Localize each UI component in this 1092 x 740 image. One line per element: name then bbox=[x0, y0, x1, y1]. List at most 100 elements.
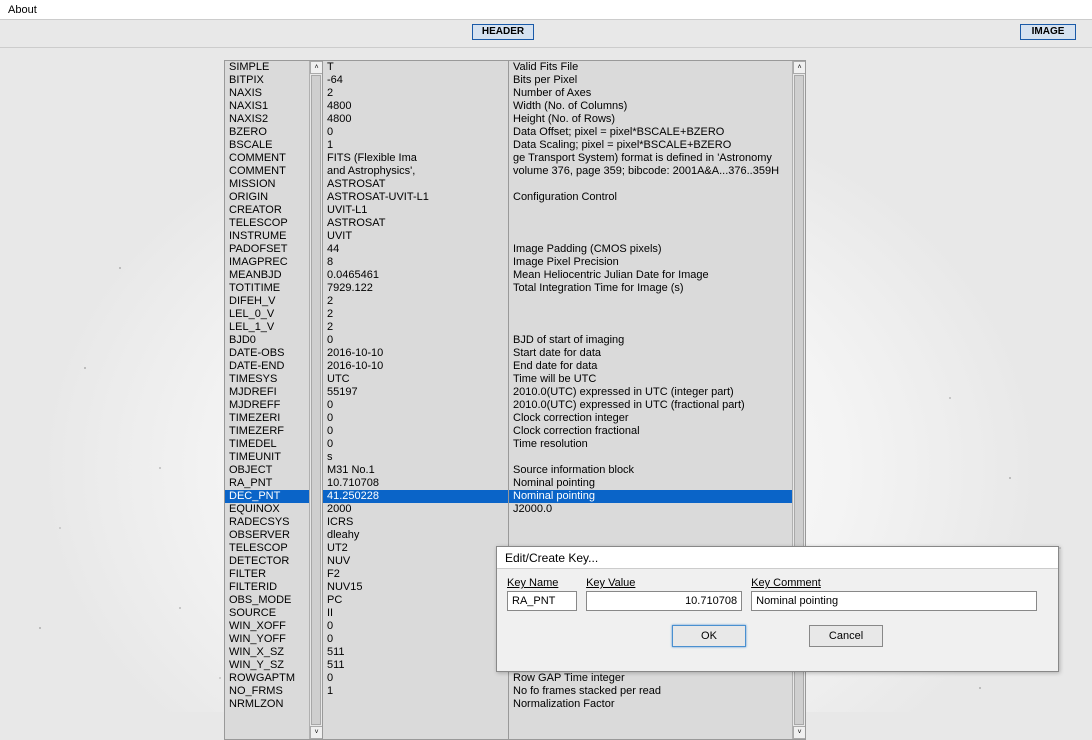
table-row[interactable]: NAXIS1 bbox=[225, 100, 322, 113]
table-row[interactable]: Number of Axes bbox=[509, 87, 805, 100]
table-row[interactable]: DEC_PNT bbox=[225, 490, 322, 503]
table-row[interactable]: 0 bbox=[323, 672, 508, 685]
table-row[interactable]: Nominal pointing bbox=[509, 490, 805, 503]
table-row[interactable]: TIMEZERI bbox=[225, 412, 322, 425]
table-row[interactable]: WIN_X_SZ bbox=[225, 646, 322, 659]
table-row[interactable]: OBJECT bbox=[225, 464, 322, 477]
table-row[interactable]: ICRS bbox=[323, 516, 508, 529]
table-row[interactable]: TIMEZERF bbox=[225, 425, 322, 438]
table-row[interactable] bbox=[323, 698, 508, 711]
table-row[interactable]: Total Integration Time for Image (s) bbox=[509, 282, 805, 295]
table-row[interactable]: MEANBJD bbox=[225, 269, 322, 282]
table-row[interactable]: 7929.122 bbox=[323, 282, 508, 295]
scroll-down-icon[interactable]: ˅ bbox=[793, 726, 806, 739]
table-row[interactable]: Data Offset; pixel = pixel*BSCALE+BZERO bbox=[509, 126, 805, 139]
table-row[interactable]: 0 bbox=[323, 438, 508, 451]
table-row[interactable]: 0 bbox=[323, 126, 508, 139]
table-row[interactable] bbox=[509, 516, 805, 529]
cancel-button[interactable]: Cancel bbox=[809, 625, 883, 647]
table-row[interactable]: TIMEDEL bbox=[225, 438, 322, 451]
table-row[interactable]: volume 376, page 359; bibcode: 2001A&A..… bbox=[509, 165, 805, 178]
table-row[interactable]: BSCALE bbox=[225, 139, 322, 152]
table-row[interactable]: UVIT bbox=[323, 230, 508, 243]
table-row[interactable]: Image Padding (CMOS pixels) bbox=[509, 243, 805, 256]
table-row[interactable]: Time will be UTC bbox=[509, 373, 805, 386]
table-row[interactable] bbox=[509, 178, 805, 191]
table-row[interactable] bbox=[509, 204, 805, 217]
table-row[interactable]: TIMEUNIT bbox=[225, 451, 322, 464]
table-row[interactable]: TELESCOP bbox=[225, 542, 322, 555]
table-row[interactable]: Start date for data bbox=[509, 347, 805, 360]
table-row[interactable]: -64 bbox=[323, 74, 508, 87]
table-row[interactable]: UT2 bbox=[323, 542, 508, 555]
table-row[interactable]: 0 bbox=[323, 620, 508, 633]
table-row[interactable]: DIFEH_V bbox=[225, 295, 322, 308]
table-row[interactable] bbox=[509, 230, 805, 243]
table-row[interactable]: PADOFSET bbox=[225, 243, 322, 256]
table-row[interactable]: 0 bbox=[323, 412, 508, 425]
table-row[interactable] bbox=[509, 321, 805, 334]
table-row[interactable]: WIN_Y_SZ bbox=[225, 659, 322, 672]
table-row[interactable]: COMMENT bbox=[225, 152, 322, 165]
table-row[interactable]: 41.250228 bbox=[323, 490, 508, 503]
table-row[interactable]: SOURCE bbox=[225, 607, 322, 620]
table-row[interactable]: Image Pixel Precision bbox=[509, 256, 805, 269]
table-row[interactable]: 511 bbox=[323, 659, 508, 672]
table-row[interactable]: NUV bbox=[323, 555, 508, 568]
table-row[interactable]: UTC bbox=[323, 373, 508, 386]
input-key-value[interactable] bbox=[586, 591, 742, 611]
table-row[interactable]: PC bbox=[323, 594, 508, 607]
scroll-up-icon[interactable]: ˄ bbox=[793, 61, 806, 74]
column-value[interactable]: T-6424800480001FITS (Flexible Imaand Ast… bbox=[322, 60, 509, 740]
table-row[interactable]: 1 bbox=[323, 685, 508, 698]
table-row[interactable]: Mean Heliocentric Julian Date for Image bbox=[509, 269, 805, 282]
table-row[interactable]: IMAGPREC bbox=[225, 256, 322, 269]
table-row[interactable]: 2 bbox=[323, 295, 508, 308]
table-row[interactable]: F2 bbox=[323, 568, 508, 581]
table-row[interactable]: BITPIX bbox=[225, 74, 322, 87]
table-row[interactable]: Time resolution bbox=[509, 438, 805, 451]
table-row[interactable]: 2010.0(UTC) expressed in UTC (fractional… bbox=[509, 399, 805, 412]
table-row[interactable]: 0 bbox=[323, 334, 508, 347]
table-row[interactable]: NAXIS bbox=[225, 87, 322, 100]
table-row[interactable]: Data Scaling; pixel = pixel*BSCALE+BZERO bbox=[509, 139, 805, 152]
table-row[interactable]: 511 bbox=[323, 646, 508, 659]
table-row[interactable]: WIN_XOFF bbox=[225, 620, 322, 633]
table-row[interactable]: Row GAP Time integer bbox=[509, 672, 805, 685]
table-row[interactable]: NO_FRMS bbox=[225, 685, 322, 698]
input-key-comment[interactable] bbox=[751, 591, 1037, 611]
table-row[interactable]: 2 bbox=[323, 308, 508, 321]
table-row[interactable]: ASTROSAT-UVIT-L1 bbox=[323, 191, 508, 204]
table-row[interactable]: BJD of start of imaging bbox=[509, 334, 805, 347]
table-row[interactable]: J2000.0 bbox=[509, 503, 805, 516]
table-row[interactable]: 4800 bbox=[323, 113, 508, 126]
table-row[interactable]: 2010.0(UTC) expressed in UTC (integer pa… bbox=[509, 386, 805, 399]
table-row[interactable]: DATE-OBS bbox=[225, 347, 322, 360]
table-row[interactable]: COMMENT bbox=[225, 165, 322, 178]
tab-header[interactable]: HEADER bbox=[472, 24, 534, 40]
ok-button[interactable]: OK bbox=[672, 625, 746, 647]
table-row[interactable]: LEL_1_V bbox=[225, 321, 322, 334]
table-row[interactable] bbox=[509, 217, 805, 230]
table-row[interactable]: and Astrophysics', bbox=[323, 165, 508, 178]
table-row[interactable]: MJDREFF bbox=[225, 399, 322, 412]
table-row[interactable]: INSTRUME bbox=[225, 230, 322, 243]
input-key-name[interactable] bbox=[507, 591, 577, 611]
table-row[interactable]: TOTITIME bbox=[225, 282, 322, 295]
table-row[interactable]: Valid Fits File bbox=[509, 61, 805, 74]
table-row[interactable]: 2016-10-10 bbox=[323, 360, 508, 373]
table-row[interactable] bbox=[509, 529, 805, 542]
table-row[interactable]: Width (No. of Columns) bbox=[509, 100, 805, 113]
table-row[interactable]: 55197 bbox=[323, 386, 508, 399]
table-row[interactable]: Source information block bbox=[509, 464, 805, 477]
table-row[interactable]: MJDREFI bbox=[225, 386, 322, 399]
table-row[interactable]: 2 bbox=[323, 87, 508, 100]
table-row[interactable] bbox=[509, 295, 805, 308]
table-row[interactable]: s bbox=[323, 451, 508, 464]
scroll-thumb[interactable] bbox=[311, 75, 321, 725]
table-row[interactable]: WIN_YOFF bbox=[225, 633, 322, 646]
table-row[interactable]: SIMPLE bbox=[225, 61, 322, 74]
table-row[interactable]: Height (No. of Rows) bbox=[509, 113, 805, 126]
table-row[interactable]: 10.710708 bbox=[323, 477, 508, 490]
table-row[interactable]: No fo frames stacked per read bbox=[509, 685, 805, 698]
